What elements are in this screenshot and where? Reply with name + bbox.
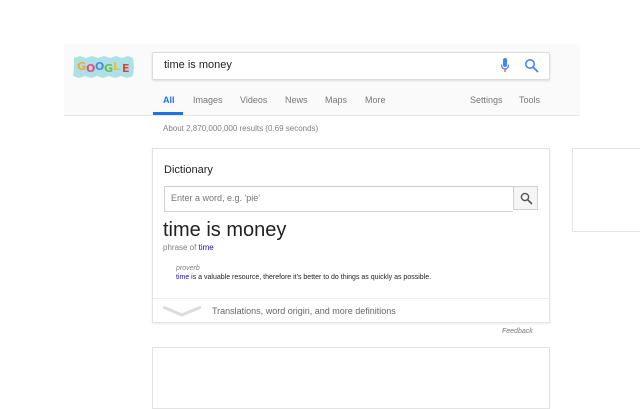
tab-settings[interactable]: Settings — [470, 95, 503, 105]
logo-letter: E — [122, 62, 130, 75]
tab-tools[interactable]: Tools — [519, 95, 540, 105]
dictionary-card: Dictionary time is money phrase of time … — [152, 148, 550, 323]
definition-text: is a valuable resource, therefore it's b… — [189, 274, 432, 281]
more-definitions-link[interactable]: Translations, word origin, and more defi… — [212, 306, 396, 316]
logo-letter: L — [113, 60, 120, 73]
card-title: Dictionary — [164, 164, 213, 176]
dictionary-input-wrapper — [164, 186, 513, 212]
feedback-link[interactable]: Feedback — [502, 328, 533, 335]
results-stats: About 2,870,000,000 results (0.69 second… — [163, 124, 319, 133]
phrase-prefix: phrase of — [163, 243, 197, 252]
tab-maps[interactable]: Maps — [325, 95, 347, 105]
search-icon — [520, 192, 533, 205]
part-of-speech: proverb — [176, 265, 200, 272]
search-query[interactable]: time is money — [164, 59, 232, 71]
headword: time is money — [163, 219, 287, 241]
logo-letter: O — [95, 60, 104, 73]
active-tab-indicator — [153, 112, 183, 115]
tab-more[interactable]: More — [365, 95, 386, 105]
more-definitions-row[interactable]: Translations, word origin, and more defi… — [153, 298, 549, 323]
tab-videos[interactable]: Videos — [240, 95, 267, 105]
knowledge-side-panel — [572, 148, 640, 232]
phrase-of: phrase of time — [163, 243, 214, 252]
phrase-link[interactable]: time — [199, 243, 214, 252]
chevron-down-icon[interactable] — [161, 305, 203, 317]
search-box[interactable]: time is money — [152, 52, 550, 80]
logo-letter: G — [104, 62, 113, 75]
microphone-icon[interactable] — [500, 58, 510, 74]
tab-news[interactable]: News — [285, 95, 308, 105]
tab-images[interactable]: Images — [193, 95, 223, 105]
logo-letter: G — [77, 60, 86, 73]
logo-letter: O — [86, 62, 95, 75]
tab-all[interactable]: All — [163, 95, 175, 105]
search-icon[interactable] — [524, 58, 539, 73]
google-doodle-logo[interactable]: GOOGLE — [72, 55, 135, 79]
definition-keyword[interactable]: time — [176, 274, 189, 281]
definition: time is a valuable resource, therefore i… — [176, 274, 431, 281]
dictionary-search-button[interactable] — [513, 186, 538, 210]
dictionary-search-input[interactable] — [165, 187, 501, 209]
